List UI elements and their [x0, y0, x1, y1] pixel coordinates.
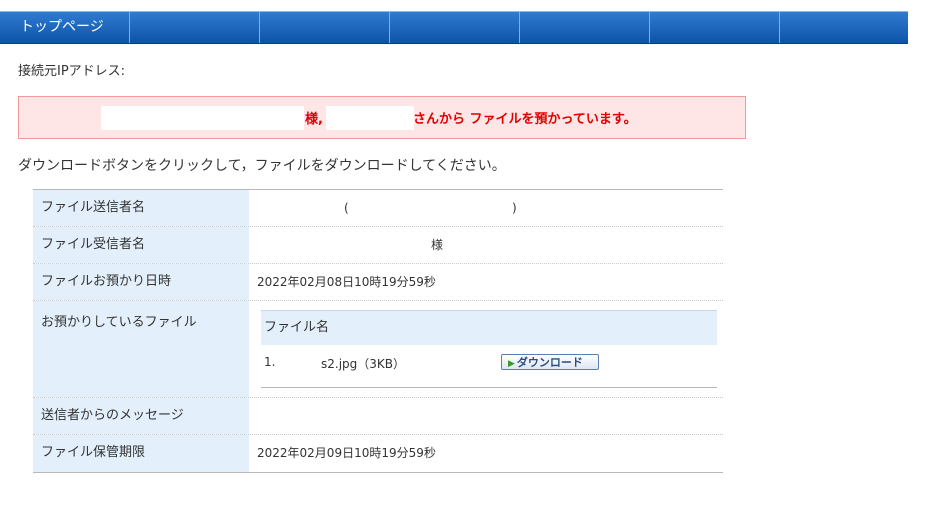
recipient-label: ファイル受信者名	[33, 227, 249, 263]
message-row: 送信者からのメッセージ	[33, 398, 723, 435]
instruction-text: ダウンロードボタンをクリックして，ファイルをダウンロードしてください。	[18, 158, 506, 174]
download-button[interactable]: ▶ ダウンロード	[501, 354, 599, 370]
redacted-recipient	[101, 106, 304, 130]
deposit-row: ファイルお預かり日時 2022年02月08日10時19分59秒	[33, 264, 723, 301]
ip-address-label: 接続元IPアドレス:	[18, 64, 126, 79]
recipient-suffix: 様	[431, 238, 444, 252]
file-list: ファイル名 1. s2.jpg（3KB） ▶ ダウンロード	[261, 310, 717, 388]
sender-paren-open: (	[344, 201, 349, 215]
nav-tab-5[interactable]	[520, 12, 650, 43]
message-label: 送信者からのメッセージ	[33, 398, 249, 434]
deposit-label: ファイルお預かり日時	[33, 264, 249, 300]
expiry-label: ファイル保管期限	[33, 435, 249, 472]
expiry-row: ファイル保管期限 2022年02月09日10時19分59秒	[33, 435, 723, 472]
nav-tab-top-page[interactable]: トップページ	[0, 12, 130, 43]
download-button-label: ダウンロード	[516, 356, 583, 369]
nav-tab-2[interactable]	[130, 12, 260, 43]
file-info-table: ファイル送信者名 ( ) ファイル受信者名 様 ファイルお預かり日時 2022年…	[33, 189, 723, 473]
deposit-value: 2022年02月08日10時19分59秒	[257, 275, 436, 289]
play-triangle-icon: ▶	[508, 359, 515, 369]
file-number: 1.	[264, 355, 276, 369]
nav-tab-6[interactable]	[650, 12, 780, 43]
files-label: お預かりしているファイル	[33, 301, 249, 397]
sender-value: ( )	[249, 190, 723, 226]
file-list-item: 1. s2.jpg（3KB） ▶ ダウンロード	[261, 345, 717, 388]
sender-paren-close: )	[512, 201, 517, 215]
redacted-sender	[326, 106, 414, 130]
file-name: s2.jpg（3KB）	[321, 357, 406, 371]
top-nav-bar: トップページ	[0, 11, 908, 44]
recipient-value: 様	[249, 227, 723, 263]
alert-text-sama: 様,	[305, 112, 323, 127]
sender-label: ファイル送信者名	[33, 190, 249, 226]
nav-tab-3[interactable]	[260, 12, 390, 43]
nav-tab-4[interactable]	[390, 12, 520, 43]
recipient-row: ファイル受信者名 様	[33, 227, 723, 264]
file-list-header: ファイル名	[261, 310, 717, 345]
files-row: お預かりしているファイル ファイル名 1. s2.jpg（3KB） ▶ ダウンロー…	[33, 301, 723, 398]
files-cell: ファイル名 1. s2.jpg（3KB） ▶ ダウンロード	[249, 301, 723, 397]
expiry-value: 2022年02月09日10時19分59秒	[257, 446, 436, 460]
sender-row: ファイル送信者名 ( )	[33, 190, 723, 227]
nav-tab-7[interactable]	[780, 12, 908, 43]
alert-banner: 様, さんから ファイルを預かっています。	[18, 96, 746, 139]
alert-text-message: さんから ファイルを預かっています。	[413, 112, 637, 127]
message-value	[249, 398, 723, 434]
